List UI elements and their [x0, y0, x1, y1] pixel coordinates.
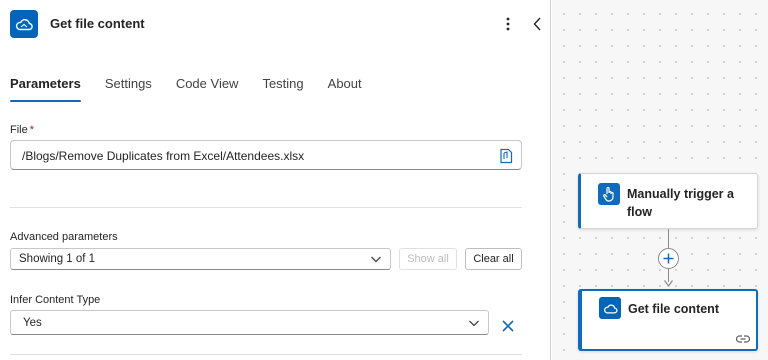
panel-title: Get file content [50, 16, 145, 31]
panel-header: Get file content [0, 0, 550, 48]
flow-node-get-file-content[interactable]: Get file content [578, 289, 758, 351]
file-field[interactable]: /Blogs/Remove Duplicates from Excel/Atte… [10, 140, 522, 170]
clear-all-button[interactable]: Clear all [465, 248, 522, 270]
chevron-down-icon [371, 256, 381, 263]
remove-parameter-icon[interactable] [500, 318, 516, 334]
advanced-parameters-label: Advanced parameters [10, 231, 118, 243]
file-path-value[interactable]: /Blogs/Remove Duplicates from Excel/Atte… [22, 149, 304, 163]
more-options-button[interactable] [498, 12, 518, 36]
tab-parameters[interactable]: Parameters [10, 74, 81, 102]
connector-line [668, 229, 669, 248]
infer-content-type-value: Yes [23, 317, 42, 329]
advanced-parameters-value: Showing 1 of 1 [19, 253, 96, 265]
section-divider [10, 354, 522, 355]
file-label: File * [10, 124, 34, 136]
tab-code-view[interactable]: Code View [176, 74, 239, 102]
node-title-line-1: Manually trigger a [627, 187, 734, 201]
hand-touch-icon [598, 183, 620, 205]
tab-about[interactable]: About [328, 74, 362, 102]
link-icon [736, 335, 750, 343]
flow-node-manual-trigger[interactable]: Manually trigger a flow [578, 173, 758, 229]
flow-designer-canvas[interactable]: Manually trigger a flow Get file content [552, 0, 768, 360]
add-step-button[interactable] [658, 248, 679, 269]
file-label-text: File [10, 124, 28, 136]
more-vertical-icon [506, 17, 510, 31]
chevron-left-icon [533, 17, 541, 31]
plus-icon [663, 253, 674, 264]
folder-picker-icon[interactable] [499, 148, 513, 164]
collapse-panel-button[interactable] [528, 12, 546, 36]
tab-testing[interactable]: Testing [262, 74, 303, 102]
advanced-parameters-dropdown[interactable]: Showing 1 of 1 [10, 248, 391, 270]
section-divider [10, 207, 522, 208]
panel-tabs: Parameters Settings Code View Testing Ab… [10, 74, 386, 104]
node-title: Get file content [628, 302, 719, 316]
connector-arrow-icon [664, 280, 673, 287]
tab-settings[interactable]: Settings [105, 74, 152, 102]
infer-content-type-label: Infer Content Type [10, 294, 101, 306]
infer-content-type-dropdown[interactable]: Yes [10, 310, 489, 335]
onedrive-cloud-icon [599, 297, 621, 319]
required-marker: * [29, 124, 35, 136]
show-all-button[interactable]: Show all [399, 248, 457, 270]
onedrive-cloud-icon [10, 10, 38, 38]
chevron-down-icon [469, 320, 479, 327]
node-title-line-2: flow [627, 205, 652, 219]
action-details-panel: Get file content Parameters Settings Cod… [0, 0, 551, 360]
node-title: Manually trigger a flow [627, 185, 734, 221]
